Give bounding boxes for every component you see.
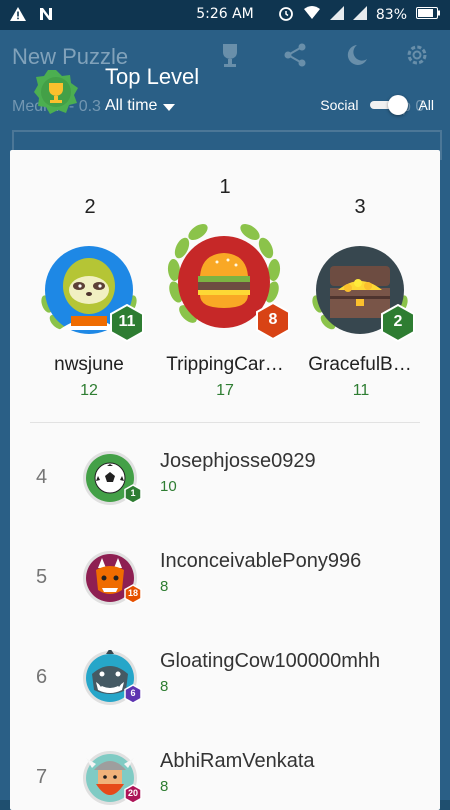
list-name: InconceivablePony996 (160, 550, 362, 572)
podium-name: nwsjune (54, 354, 124, 375)
list-name: GloatingCow100000mhh (160, 650, 381, 672)
toggle-right-label: All (418, 97, 434, 113)
podium: 1 8 TrippingCar… 17 2 11 nwsjune 12 3 2 … (10, 150, 440, 410)
period-label: All time (105, 97, 158, 114)
level-number: 18 (127, 588, 138, 598)
podium-name: GracefulB… (308, 354, 412, 375)
leaderboard-title: Top Level (105, 64, 200, 89)
level-number: 1 (130, 488, 136, 498)
divider (30, 422, 420, 423)
social-all-toggle-group: Social All (320, 94, 434, 116)
podium-rank: 2 (84, 196, 96, 218)
podium-rank: 3 (354, 196, 366, 218)
podium-score: 11 (352, 382, 370, 399)
list-rank: 6 (36, 666, 48, 688)
list-rank: 5 (36, 566, 48, 588)
list-item[interactable]: 6 6 GloatingCow100000mhh 8 (10, 640, 440, 720)
list-score: 8 (160, 778, 169, 795)
podium-score: 17 (216, 382, 234, 399)
level-badge: 20 (124, 784, 142, 809)
list-item[interactable]: 5 18 InconceivablePony996 8 (10, 540, 440, 620)
social-all-switch[interactable] (368, 94, 409, 116)
list-score: 10 (160, 478, 177, 495)
dropdown-caret-icon (163, 103, 176, 111)
list-score: 8 (160, 678, 169, 695)
leaderboard-card: 1 8 TrippingCar… 17 2 11 nwsjune 12 3 2 … (10, 150, 440, 810)
list-rank: 7 (36, 766, 48, 788)
podium-rank: 1 (219, 176, 231, 198)
level-number: 8 (268, 311, 278, 328)
list-score: 8 (160, 578, 169, 595)
level-badge: 1 (124, 484, 142, 509)
level-badge: 8 (256, 301, 290, 345)
podium-name: TrippingCar… (166, 354, 284, 375)
level-number: 6 (130, 688, 136, 698)
switch-thumb (388, 95, 409, 115)
list-name: AbhiRamVenkata (160, 750, 315, 772)
level-number: 11 (118, 313, 136, 330)
level-badge: 11 (110, 303, 144, 347)
level-badge: 18 (124, 584, 142, 609)
podium-score: 12 (80, 382, 98, 399)
battery-icon (416, 7, 440, 23)
status-bar: 5:26 AM 83% (0, 0, 450, 30)
alarm-icon (278, 5, 294, 25)
list-name: Josephjosse0929 (160, 450, 316, 472)
level-number: 20 (127, 788, 138, 798)
level-badge: 2 (381, 303, 415, 347)
trophy-badge-icon (34, 70, 78, 114)
toggle-left-label: Social (320, 97, 359, 113)
list-item[interactable]: 4 1 Josephjosse0929 10 (10, 440, 440, 520)
level-number: 2 (393, 313, 403, 330)
wifi-icon (303, 6, 321, 24)
signal-icon-2 (352, 6, 367, 24)
list-rank: 4 (36, 466, 48, 488)
signal-icon-1 (329, 6, 344, 24)
period-dropdown[interactable]: All time (105, 97, 176, 115)
level-badge: 6 (124, 684, 142, 709)
leaderboard-header: Top Level All time Social All (0, 30, 450, 150)
battery-percent: 83% (375, 7, 407, 23)
